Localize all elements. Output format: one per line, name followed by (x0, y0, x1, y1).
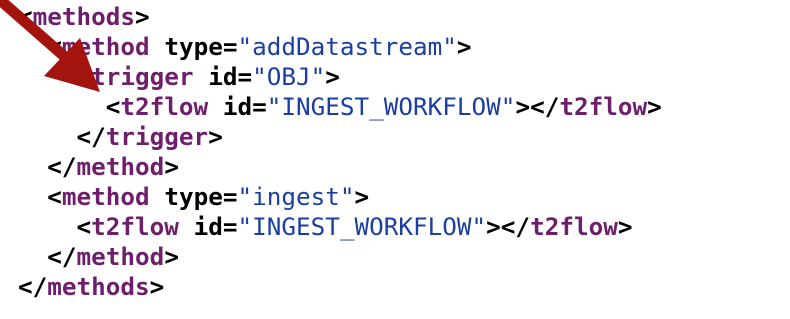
code-token-punct: > (164, 152, 179, 181)
code-token-punct: > (149, 272, 165, 301)
code-token-attr: id (208, 62, 238, 91)
code-token-val: "ingest" (237, 182, 355, 211)
code-token-punct: = (222, 212, 238, 241)
code-token-punct: = (252, 92, 267, 121)
code-token-tag: t2flow (530, 212, 618, 241)
code-token-punct (194, 62, 209, 91)
code-token-punct: > (164, 242, 179, 271)
code-token-punct: < (47, 182, 62, 211)
code-token-val: "INGEST_WORKFLOW" (266, 92, 516, 121)
code-token-tag: t2flow (91, 212, 179, 241)
code-line: </method> (18, 152, 179, 182)
code-token-punct: > (354, 182, 370, 211)
code-token-tag: method (61, 182, 150, 211)
code-token-punct: </ (47, 242, 77, 271)
code-line: <method type="ingest"> (18, 182, 369, 212)
code-token-punct (208, 92, 223, 121)
code-token-punct: </ (47, 152, 77, 181)
arrow-shaft (0, 0, 68, 61)
code-token-punct: > (647, 92, 662, 121)
code-token-tag: methods (47, 272, 150, 301)
code-token-val: "INGEST_WORKFLOW" (237, 212, 487, 241)
code-token-tag: method (76, 242, 165, 271)
code-token-punct: = (237, 62, 253, 91)
code-token-punct (179, 212, 194, 241)
code-token-val: "OBJ" (252, 62, 326, 91)
code-line: <t2flow id="INGEST_WORKFLOW"></t2flow> (18, 212, 633, 242)
arrow-pointer-icon (0, 0, 100, 92)
code-token-attr: type (164, 182, 223, 211)
code-token-punct: > (208, 122, 223, 151)
code-token-punct (150, 182, 165, 211)
code-token-punct: < (76, 212, 92, 241)
code-token-punct: > (325, 62, 340, 91)
code-token-punct: > (456, 32, 472, 61)
code-token-punct: > (617, 212, 633, 241)
code-token-val: "addDatastream" (237, 32, 457, 61)
code-token-tag: method (76, 152, 165, 181)
code-token-punct: = (222, 32, 238, 61)
code-token-punct: ></ (486, 212, 531, 241)
code-token-punct (150, 32, 165, 61)
code-token-tag: t2flow (559, 92, 648, 121)
code-token-punct: = (222, 182, 238, 211)
code-token-tag: t2flow (120, 92, 209, 121)
code-line: </methods> (18, 272, 164, 302)
code-token-attr: id (193, 212, 223, 241)
code-token-attr: id (222, 92, 253, 121)
code-token-punct: ></ (515, 92, 560, 121)
code-token-punct: </ (18, 272, 48, 301)
code-token-punct: > (135, 2, 150, 31)
code-line: </method> (18, 242, 179, 272)
code-token-attr: type (164, 32, 223, 61)
